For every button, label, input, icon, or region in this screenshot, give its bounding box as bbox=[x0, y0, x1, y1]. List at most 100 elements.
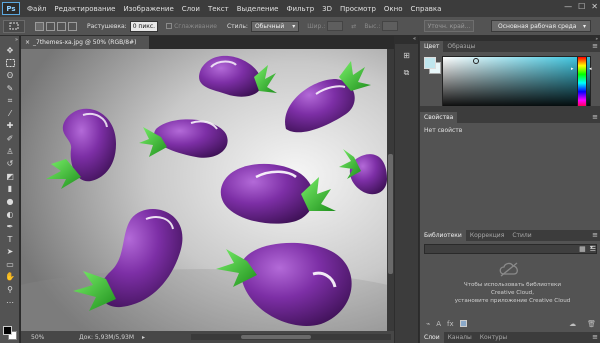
height-label: Выс.: bbox=[364, 22, 381, 30]
move-tool-icon[interactable]: ✥ bbox=[0, 44, 20, 57]
menu-type[interactable]: Текст bbox=[204, 5, 233, 13]
subtract-selection-icon[interactable] bbox=[57, 21, 66, 31]
swap-icon[interactable]: ⇄ bbox=[351, 23, 356, 30]
add-color-icon[interactable] bbox=[459, 320, 467, 327]
crop-tool-icon[interactable]: ⌗ bbox=[0, 94, 20, 107]
history-brush-tool-icon[interactable]: ↺ bbox=[0, 157, 20, 170]
hue-slider[interactable] bbox=[577, 56, 587, 110]
tab-libraries[interactable]: Библиотеки bbox=[420, 230, 466, 241]
antialias-checkbox[interactable]: Сглаживание bbox=[166, 23, 217, 30]
panel-menu-icon[interactable]: ≡ bbox=[592, 230, 598, 240]
eraser-tool-icon[interactable]: ◩ bbox=[0, 170, 20, 183]
panel-menu-icon[interactable]: ≡ bbox=[592, 112, 598, 122]
color-spectrum[interactable] bbox=[442, 56, 591, 110]
horizontal-scrollbar[interactable] bbox=[191, 334, 391, 340]
horizontal-scroll-thumb[interactable] bbox=[241, 335, 311, 339]
list-view-icon[interactable]: ☰ bbox=[590, 245, 596, 253]
zoom-level[interactable]: 50% bbox=[21, 334, 61, 341]
foreground-color-chip[interactable] bbox=[424, 57, 436, 69]
menu-image[interactable]: Изображение bbox=[119, 5, 177, 13]
intersect-selection-icon[interactable] bbox=[68, 21, 77, 31]
tab-styles[interactable]: Стили bbox=[508, 230, 535, 241]
quick-selection-tool-icon[interactable]: ✎ bbox=[0, 82, 20, 95]
close-icon[interactable]: ✕ bbox=[591, 2, 598, 11]
library-message-line-2: Creative Cloud, bbox=[491, 290, 534, 296]
more-tools-icon[interactable]: ⋯ bbox=[0, 296, 20, 309]
color-panel-tabs: Цвет Образцы ≡ bbox=[420, 41, 600, 52]
minimize-icon[interactable]: — bbox=[564, 2, 572, 11]
zoom-tool-icon[interactable]: ⚲ bbox=[0, 283, 20, 296]
close-tab-icon[interactable]: × bbox=[25, 36, 30, 49]
hand-tool-icon[interactable]: ✋ bbox=[0, 271, 20, 284]
add-graphic-icon[interactable]: ⌁ bbox=[426, 320, 430, 328]
clone-stamp-tool-icon[interactable]: ♙ bbox=[0, 145, 20, 158]
height-input[interactable] bbox=[382, 21, 399, 31]
eggplants-image[interactable] bbox=[21, 49, 387, 331]
pen-tool-icon[interactable]: ✒ bbox=[0, 220, 20, 233]
new-selection-icon[interactable] bbox=[35, 21, 44, 31]
menu-help[interactable]: Справка bbox=[407, 5, 446, 13]
tab-paths[interactable]: Контуры bbox=[476, 332, 511, 343]
lasso-tool-icon[interactable]: ʘ bbox=[0, 69, 20, 82]
tool-preset-picker[interactable] bbox=[3, 19, 25, 33]
status-menu-arrow-icon[interactable]: ▸ bbox=[142, 334, 145, 341]
canvas-area[interactable] bbox=[21, 49, 387, 331]
panel-menu-icon[interactable]: ≡ bbox=[592, 41, 598, 51]
tab-channels[interactable]: Каналы bbox=[444, 332, 476, 343]
tab-layers[interactable]: Слои bbox=[420, 332, 444, 343]
properties-panel-tabs: Свойства ≡ bbox=[420, 112, 600, 123]
vertical-scrollbar[interactable] bbox=[387, 49, 394, 331]
style-select[interactable]: Обычный bbox=[250, 20, 300, 32]
maximize-icon[interactable]: ☐ bbox=[578, 2, 585, 11]
hue-slider-left-arrow-icon: ▸ bbox=[571, 66, 574, 72]
foreground-color-swatch[interactable] bbox=[3, 326, 12, 335]
history-panel-icon[interactable]: ⊞ bbox=[399, 48, 415, 62]
color-picker-cursor[interactable] bbox=[473, 58, 479, 64]
layers-tabs-row: Слои Каналы Контуры ≡ bbox=[420, 332, 600, 343]
collapsed-panel-dock: « ⊞ ⧉ bbox=[394, 36, 418, 343]
add-selection-icon[interactable] bbox=[46, 21, 55, 31]
vertical-scroll-thumb[interactable] bbox=[388, 154, 393, 274]
menu-filter[interactable]: Фильтр bbox=[282, 5, 318, 13]
brush-tool-icon[interactable]: ✐ bbox=[0, 132, 20, 145]
tab-swatches[interactable]: Образцы bbox=[443, 41, 479, 52]
marquee-tool-icon[interactable] bbox=[0, 57, 20, 70]
tab-properties[interactable]: Свойства bbox=[420, 112, 458, 123]
panel-menu-icon[interactable]: ≡ bbox=[592, 332, 598, 342]
eyedropper-tool-icon[interactable]: ⁄ bbox=[0, 107, 20, 120]
menu-bar: Ps Файл Редактирование Изображение Слои … bbox=[0, 0, 600, 17]
width-input[interactable] bbox=[327, 21, 344, 31]
type-tool-icon[interactable]: T bbox=[0, 233, 20, 246]
library-select[interactable] bbox=[424, 244, 597, 254]
dock-collapse-icon[interactable]: « bbox=[395, 36, 418, 44]
menu-layers[interactable]: Слои bbox=[178, 5, 204, 13]
dodge-tool-icon[interactable]: ◐ bbox=[0, 208, 20, 221]
actions-panel-icon[interactable]: ⧉ bbox=[399, 66, 415, 80]
refine-edge-button[interactable]: Уточн. край... bbox=[424, 20, 474, 32]
menu-edit[interactable]: Редактирование bbox=[50, 5, 119, 13]
delete-icon[interactable]: 🗑 bbox=[587, 320, 596, 328]
marquee-icon bbox=[9, 22, 19, 30]
grid-view-icon[interactable]: ▦ bbox=[579, 245, 586, 253]
path-selection-tool-icon[interactable]: ➤ bbox=[0, 246, 20, 259]
document-tab[interactable]: × _7themes-xa.jpg @ 50% (RGB/8#) bbox=[21, 36, 149, 49]
menu-3d[interactable]: 3D bbox=[318, 5, 336, 13]
tab-adjustments[interactable]: Коррекция bbox=[466, 230, 508, 241]
menu-window[interactable]: Окно bbox=[380, 5, 407, 13]
sync-icon[interactable]: ☁ bbox=[569, 320, 576, 328]
feather-input[interactable]: 0 пикс. bbox=[129, 20, 159, 32]
workspace-select[interactable]: Основная рабочая среда bbox=[491, 20, 591, 32]
menu-select[interactable]: Выделение bbox=[233, 5, 283, 13]
healing-brush-tool-icon[interactable]: ✚ bbox=[0, 120, 20, 133]
gradient-tool-icon[interactable]: ▮ bbox=[0, 183, 20, 196]
document-size: Док: 5,93M/5,93M bbox=[79, 333, 135, 341]
tab-color[interactable]: Цвет bbox=[420, 41, 444, 52]
rectangle-tool-icon[interactable]: ▭ bbox=[0, 258, 20, 271]
document-title: _7themes-xa.jpg @ 50% (RGB/8#) bbox=[33, 39, 137, 46]
collapse-icon[interactable]: » bbox=[0, 36, 20, 44]
menu-view[interactable]: Просмотр bbox=[336, 5, 380, 13]
menu-file[interactable]: Файл bbox=[23, 5, 50, 13]
add-character-style-icon[interactable]: A bbox=[436, 320, 441, 328]
add-layer-style-icon[interactable]: fx bbox=[447, 320, 454, 328]
blur-tool-icon[interactable]: ● bbox=[0, 195, 20, 208]
